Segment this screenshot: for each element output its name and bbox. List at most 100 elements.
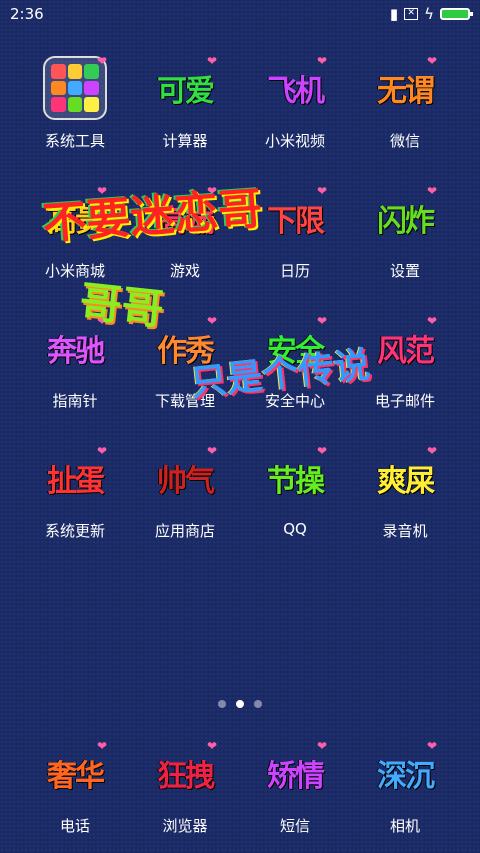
grid-app-2[interactable]: 飞机 ❤ 小米视频	[240, 50, 350, 160]
lips-icon: ❤	[206, 444, 218, 458]
grid-app-14[interactable]: 节操 ❤ QQ	[240, 440, 350, 550]
app-icon-text: 安全	[267, 334, 325, 369]
app-icon-text: 奢华	[47, 759, 105, 794]
app-label: 下载管理	[154, 392, 215, 410]
lips-icon: ❤	[206, 184, 218, 198]
grid-app-8[interactable]: 奔驰 ❤ 指南针	[20, 310, 130, 420]
app-icon[interactable]: 风范 ❤	[365, 312, 445, 384]
grid-app-4[interactable]: 高贵 ❤ 小米商城	[20, 180, 130, 290]
lips-icon: ❤	[316, 444, 328, 458]
signal-icon: ▮	[389, 5, 399, 23]
grid-app-13[interactable]: 帅气 ❤ 应用商店	[130, 440, 240, 550]
app-icon-text: 爽屎	[377, 464, 435, 499]
status-time: 2:36	[10, 5, 44, 23]
lips-icon: ❤	[96, 314, 108, 328]
app-icon[interactable]: 无谓 ❤	[365, 52, 445, 124]
mini-app-icon	[51, 97, 66, 112]
app-icon[interactable]: 奔驰 ❤	[35, 312, 115, 384]
app-icon[interactable]: ❤	[35, 52, 115, 124]
app-label: 日历	[279, 262, 310, 280]
app-icon-text: 帅气	[157, 464, 215, 499]
lips-icon: ❤	[426, 314, 438, 328]
status-icons: ▮ ✕ ϟ	[389, 5, 473, 23]
mini-app-icon	[51, 64, 66, 79]
app-icon[interactable]: 爽屎 ❤	[365, 442, 445, 514]
app-icon[interactable]: 可爱 ❤	[145, 52, 225, 124]
app-icon[interactable]: 高端 ❤	[145, 182, 225, 254]
app-label: 应用商店	[154, 522, 215, 540]
grid-app-10[interactable]: 安全 ❤ 安全中心	[240, 310, 350, 420]
app-label: 电话	[59, 817, 90, 835]
app-icon[interactable]: 狂拽 ❤	[145, 737, 225, 809]
status-bar: 2:36 ▮ ✕ ϟ	[0, 0, 480, 28]
app-icon[interactable]: 下限 ❤	[255, 182, 335, 254]
app-icon-text: 矫情	[267, 759, 325, 794]
grid-app-6[interactable]: 下限 ❤ 日历	[240, 180, 350, 290]
app-icon-text: 飞机	[267, 74, 325, 109]
grid-app-0[interactable]: ❤ 系统工具	[20, 50, 130, 160]
app-label: 计算器	[162, 132, 208, 150]
lips-icon: ❤	[206, 739, 218, 753]
lips-icon: ❤	[316, 54, 328, 68]
lips-icon: ❤	[96, 54, 108, 68]
app-icon[interactable]: 帅气 ❤	[145, 442, 225, 514]
page-dot[interactable]	[254, 700, 262, 708]
lips-icon: ❤	[96, 184, 108, 198]
lips-icon: ❤	[426, 444, 438, 458]
app-icon-text: 扯蛋	[47, 464, 105, 499]
lips-icon: ❤	[206, 314, 218, 328]
mini-app-icon	[67, 80, 83, 96]
app-icon[interactable]: 扯蛋 ❤	[35, 442, 115, 514]
app-grid: ❤ 系统工具 可爱 ❤ 计算器 飞机 ❤ 小米视频 无谓 ❤ 微信 高贵 ❤ 小米商城 高端 ❤ 游戏 下限 ❤ 日历…	[0, 50, 480, 550]
mini-app-icon	[51, 80, 66, 96]
lips-icon: ❤	[426, 739, 438, 753]
app-icon[interactable]: 高贵 ❤	[35, 182, 115, 254]
app-label: QQ	[283, 520, 307, 538]
app-icon-text: 节操	[267, 464, 325, 499]
lips-icon: ❤	[426, 54, 438, 68]
page-dot[interactable]	[236, 700, 244, 708]
grid-app-7[interactable]: 闪炸 ❤ 设置	[350, 180, 460, 290]
lips-icon: ❤	[316, 184, 328, 198]
app-icon[interactable]: 矫情 ❤	[255, 737, 335, 809]
app-label: 小米视频	[264, 132, 325, 150]
app-label: 设置	[389, 262, 420, 280]
grid-app-5[interactable]: 高端 ❤ 游戏	[130, 180, 240, 290]
battery-icon	[440, 8, 473, 20]
app-label: 短信	[279, 817, 310, 835]
app-icon-text: 奔驰	[47, 334, 105, 369]
grid-app-9[interactable]: 作秀 ❤ 下载管理	[130, 310, 240, 420]
grid-app-15[interactable]: 爽屎 ❤ 录音机	[350, 440, 460, 550]
mini-app-icon	[67, 97, 83, 112]
grid-app-1[interactable]: 可爱 ❤ 计算器	[130, 50, 240, 160]
lips-icon: ❤	[316, 739, 328, 753]
mini-app-icon	[84, 97, 99, 112]
app-icon[interactable]: 奢华 ❤	[35, 737, 115, 809]
app-icon[interactable]: 作秀 ❤	[145, 312, 225, 384]
app-icon[interactable]: 节操 ❤	[255, 442, 335, 514]
app-label: 小米商城	[44, 262, 105, 280]
app-icon-text: 高端	[157, 204, 215, 239]
page-dot[interactable]	[218, 700, 226, 708]
app-icon-text: 高贵	[47, 204, 105, 239]
app-icon[interactable]: 闪炸 ❤	[365, 182, 445, 254]
app-icon-text: 风范	[377, 334, 435, 369]
lips-icon: ❤	[426, 184, 438, 198]
app-icon[interactable]: 深沉 ❤	[365, 737, 445, 809]
app-icon[interactable]: 安全 ❤	[255, 312, 335, 384]
grid-app-12[interactable]: 扯蛋 ❤ 系统更新	[20, 440, 130, 550]
dock-app-0[interactable]: 奢华 ❤ 电话	[20, 735, 130, 845]
app-icon-text: 狂拽	[157, 759, 215, 794]
lips-icon: ❤	[316, 314, 328, 328]
app-icon-text: 作秀	[157, 334, 215, 369]
app-label: 电子邮件	[374, 392, 435, 410]
app-icon-text: 闪炸	[377, 204, 435, 239]
app-label: 录音机	[382, 522, 428, 540]
dock-app-2[interactable]: 矫情 ❤ 短信	[240, 735, 350, 845]
dock-app-1[interactable]: 狂拽 ❤ 浏览器	[130, 735, 240, 845]
dock-app-3[interactable]: 深沉 ❤ 相机	[350, 735, 460, 845]
grid-app-3[interactable]: 无谓 ❤ 微信	[350, 50, 460, 160]
page-indicator[interactable]	[0, 700, 480, 708]
grid-app-11[interactable]: 风范 ❤ 电子邮件	[350, 310, 460, 420]
app-icon[interactable]: 飞机 ❤	[255, 52, 335, 124]
